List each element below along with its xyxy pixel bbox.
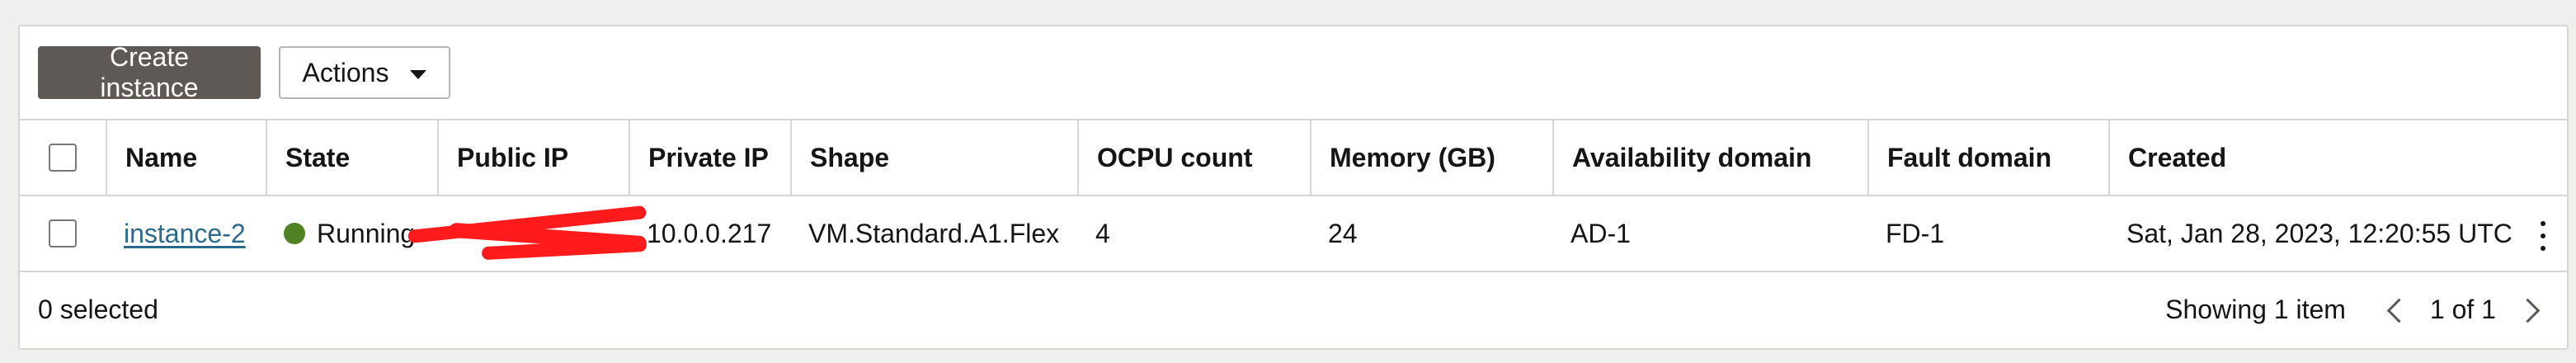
column-header-fault-domain[interactable]: Fault domain <box>1867 120 2108 195</box>
state-text: Running <box>317 218 416 248</box>
instances-table: Name State Public IP Private IP Shape OC… <box>20 119 2567 271</box>
memory-cell: 24 <box>1328 218 1358 248</box>
column-header-shape[interactable]: Shape <box>790 120 1077 195</box>
name-cell: instance-2 <box>106 196 266 271</box>
private-ip-cell: 10.0.0.217 <box>629 196 790 271</box>
table-header: Name State Public IP Private IP Shape OC… <box>20 119 2567 195</box>
instance-name-link[interactable]: instance-2 <box>124 219 246 249</box>
column-header-memory[interactable]: Memory (GB) <box>1310 120 1552 195</box>
table-row: instance-2 Running 10.0.0.217 VM.Standar… <box>20 195 2567 271</box>
select-all-cell <box>20 120 106 195</box>
instances-panel: Create instance Actions Name State Publi… <box>18 25 2569 350</box>
page-indicator: 1 of 1 <box>2429 294 2496 324</box>
column-header-private-ip[interactable]: Private IP <box>629 120 790 195</box>
column-header-created[interactable]: Created <box>2108 120 2550 195</box>
table-footer: 0 selected Showing 1 item 1 of 1 <box>20 271 2567 346</box>
column-header-state[interactable]: State <box>266 120 437 195</box>
column-header-ocpu-count[interactable]: OCPU count <box>1077 120 1310 195</box>
shape-cell: VM.Standard.A1.Flex <box>808 218 1060 248</box>
toolbar: Create instance Actions <box>38 42 450 102</box>
ocpu-cell: 4 <box>1095 218 1110 248</box>
column-header-public-ip[interactable]: Public IP <box>437 120 629 195</box>
row-checkbox[interactable] <box>49 219 77 248</box>
column-header-availability-domain[interactable]: Availability domain <box>1552 120 1867 195</box>
column-header-name[interactable]: Name <box>106 120 266 195</box>
chevron-right-icon[interactable] <box>2517 295 2542 323</box>
selected-count: 0 selected <box>38 294 158 324</box>
row-select-cell <box>20 196 106 271</box>
fault-domain-cell: FD-1 <box>1886 218 1945 248</box>
select-all-checkbox[interactable] <box>49 144 77 172</box>
showing-count: Showing 1 item <box>2165 294 2346 324</box>
status-dot-icon <box>284 223 305 244</box>
caret-down-icon <box>410 69 427 79</box>
availability-domain-cell: AD-1 <box>1571 218 1631 248</box>
row-actions-kebab-icon[interactable] <box>2539 221 2547 251</box>
actions-label: Actions <box>302 57 389 87</box>
private-ip-value: 10.0.0.217 <box>647 218 772 248</box>
pagination: Showing 1 item 1 of 1 <box>2165 295 2542 325</box>
create-instance-button[interactable]: Create instance <box>38 42 261 102</box>
chevron-left-icon[interactable] <box>2384 295 2409 323</box>
actions-button[interactable]: Actions <box>279 46 450 99</box>
created-cell: Sat, Jan 28, 2023, 12:20:55 UTC <box>2126 218 2512 248</box>
